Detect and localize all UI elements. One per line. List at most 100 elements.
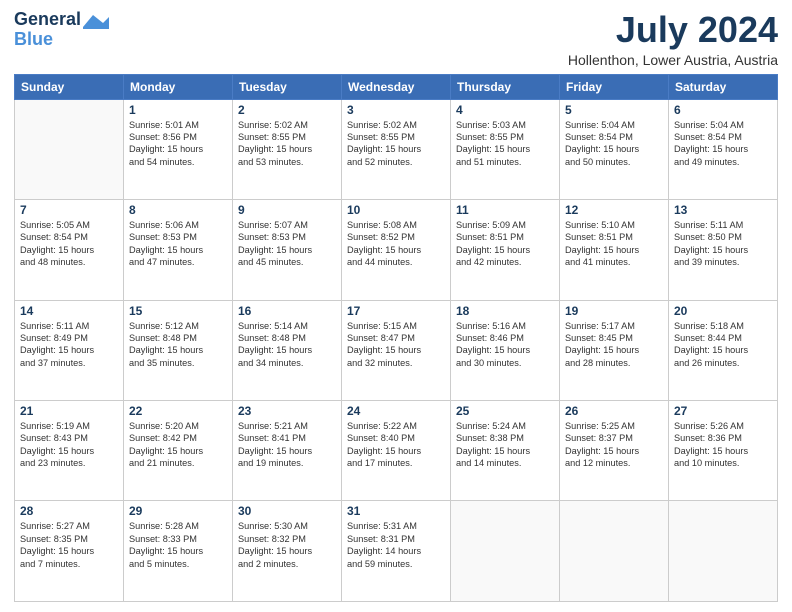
cell-content: Sunrise: 5:01 AMSunset: 8:56 PMDaylight:… [129, 119, 227, 169]
header: General Blue July 2024 Hollenthon, Lower… [14, 10, 778, 68]
day-number: 12 [565, 203, 663, 217]
cell-content: Sunrise: 5:08 AMSunset: 8:52 PMDaylight:… [347, 219, 445, 269]
table-row: 27 Sunrise: 5:26 AMSunset: 8:36 PMDayligh… [669, 401, 778, 501]
logo-general: General [14, 9, 81, 29]
cell-content: Sunrise: 5:16 AMSunset: 8:46 PMDaylight:… [456, 320, 554, 370]
day-number: 10 [347, 203, 445, 217]
table-row: 26 Sunrise: 5:25 AMSunset: 8:37 PMDayligh… [560, 401, 669, 501]
cell-content: Sunrise: 5:25 AMSunset: 8:37 PMDaylight:… [565, 420, 663, 470]
cell-content: Sunrise: 5:18 AMSunset: 8:44 PMDaylight:… [674, 320, 772, 370]
table-row [451, 501, 560, 602]
day-number: 31 [347, 504, 445, 518]
table-row: 10 Sunrise: 5:08 AMSunset: 8:52 PMDayligh… [342, 200, 451, 300]
table-row: 6 Sunrise: 5:04 AMSunset: 8:54 PMDaylight… [669, 99, 778, 199]
day-number: 27 [674, 404, 772, 418]
day-number: 2 [238, 103, 336, 117]
day-number: 28 [20, 504, 118, 518]
cell-content: Sunrise: 5:04 AMSunset: 8:54 PMDaylight:… [565, 119, 663, 169]
cell-content: Sunrise: 5:04 AMSunset: 8:54 PMDaylight:… [674, 119, 772, 169]
day-number: 8 [129, 203, 227, 217]
day-number: 23 [238, 404, 336, 418]
calendar-week-row: 21 Sunrise: 5:19 AMSunset: 8:43 PMDayligh… [15, 401, 778, 501]
cell-content: Sunrise: 5:10 AMSunset: 8:51 PMDaylight:… [565, 219, 663, 269]
cell-content: Sunrise: 5:12 AMSunset: 8:48 PMDaylight:… [129, 320, 227, 370]
day-number: 16 [238, 304, 336, 318]
table-row: 8 Sunrise: 5:06 AMSunset: 8:53 PMDaylight… [124, 200, 233, 300]
day-number: 26 [565, 404, 663, 418]
day-number: 7 [20, 203, 118, 217]
day-number: 18 [456, 304, 554, 318]
calendar-week-row: 1 Sunrise: 5:01 AMSunset: 8:56 PMDaylight… [15, 99, 778, 199]
cell-content: Sunrise: 5:05 AMSunset: 8:54 PMDaylight:… [20, 219, 118, 269]
logo: General Blue [14, 10, 109, 50]
title-area: July 2024 Hollenthon, Lower Austria, Aus… [568, 10, 778, 68]
day-number: 13 [674, 203, 772, 217]
cell-content: Sunrise: 5:11 AMSunset: 8:50 PMDaylight:… [674, 219, 772, 269]
table-row: 17 Sunrise: 5:15 AMSunset: 8:47 PMDayligh… [342, 300, 451, 400]
page: General Blue July 2024 Hollenthon, Lower… [0, 0, 792, 612]
day-number: 1 [129, 103, 227, 117]
day-number: 17 [347, 304, 445, 318]
cell-content: Sunrise: 5:27 AMSunset: 8:35 PMDaylight:… [20, 520, 118, 570]
table-row: 18 Sunrise: 5:16 AMSunset: 8:46 PMDayligh… [451, 300, 560, 400]
cell-content: Sunrise: 5:06 AMSunset: 8:53 PMDaylight:… [129, 219, 227, 269]
calendar-week-row: 28 Sunrise: 5:27 AMSunset: 8:35 PMDayligh… [15, 501, 778, 602]
calendar-header-row: Sunday Monday Tuesday Wednesday Thursday… [15, 74, 778, 99]
cell-content: Sunrise: 5:14 AMSunset: 8:48 PMDaylight:… [238, 320, 336, 370]
table-row: 14 Sunrise: 5:11 AMSunset: 8:49 PMDayligh… [15, 300, 124, 400]
table-row: 24Sunrise: 5:22 AMSunset: 8:40 PMDayligh… [342, 401, 451, 501]
table-row: 21 Sunrise: 5:19 AMSunset: 8:43 PMDayligh… [15, 401, 124, 501]
cell-content: Sunrise: 5:11 AMSunset: 8:49 PMDaylight:… [20, 320, 118, 370]
table-row: 28 Sunrise: 5:27 AMSunset: 8:35 PMDayligh… [15, 501, 124, 602]
day-number: 4 [456, 103, 554, 117]
col-saturday: Saturday [669, 74, 778, 99]
table-row: 4 Sunrise: 5:03 AMSunset: 8:55 PMDaylight… [451, 99, 560, 199]
day-number: 14 [20, 304, 118, 318]
day-number: 22 [129, 404, 227, 418]
calendar-week-row: 7 Sunrise: 5:05 AMSunset: 8:54 PMDaylight… [15, 200, 778, 300]
cell-content: Sunrise: 5:19 AMSunset: 8:43 PMDaylight:… [20, 420, 118, 470]
day-number: 15 [129, 304, 227, 318]
table-row: 31 Sunrise: 5:31 AMSunset: 8:31 PMDayligh… [342, 501, 451, 602]
location: Hollenthon, Lower Austria, Austria [568, 52, 778, 68]
cell-content: Sunrise: 5:03 AMSunset: 8:55 PMDaylight:… [456, 119, 554, 169]
calendar-table: Sunday Monday Tuesday Wednesday Thursday… [14, 74, 778, 602]
table-row [669, 501, 778, 602]
table-row [15, 99, 124, 199]
day-number: 19 [565, 304, 663, 318]
day-number: 11 [456, 203, 554, 217]
cell-content: Sunrise: 5:21 AMSunset: 8:41 PMDaylight:… [238, 420, 336, 470]
day-number: 9 [238, 203, 336, 217]
cell-content: Sunrise: 5:15 AMSunset: 8:47 PMDaylight:… [347, 320, 445, 370]
table-row [560, 501, 669, 602]
col-friday: Friday [560, 74, 669, 99]
day-number: 30 [238, 504, 336, 518]
table-row: 1 Sunrise: 5:01 AMSunset: 8:56 PMDaylight… [124, 99, 233, 199]
table-row: 9Sunrise: 5:07 AMSunset: 8:53 PMDaylight… [233, 200, 342, 300]
logo-icon [83, 13, 109, 29]
cell-content: Sunrise: 5:26 AMSunset: 8:36 PMDaylight:… [674, 420, 772, 470]
day-number: 25 [456, 404, 554, 418]
day-number: 5 [565, 103, 663, 117]
cell-content: Sunrise: 5:22 AMSunset: 8:40 PMDaylight:… [347, 420, 445, 470]
day-number: 6 [674, 103, 772, 117]
day-number: 21 [20, 404, 118, 418]
col-wednesday: Wednesday [342, 74, 451, 99]
day-number: 20 [674, 304, 772, 318]
cell-content: Sunrise: 5:24 AMSunset: 8:38 PMDaylight:… [456, 420, 554, 470]
table-row: 30Sunrise: 5:30 AMSunset: 8:32 PMDayligh… [233, 501, 342, 602]
table-row: 25 Sunrise: 5:24 AMSunset: 8:38 PMDayligh… [451, 401, 560, 501]
table-row: 11 Sunrise: 5:09 AMSunset: 8:51 PMDayligh… [451, 200, 560, 300]
table-row: 7 Sunrise: 5:05 AMSunset: 8:54 PMDaylight… [15, 200, 124, 300]
table-row: 3Sunrise: 5:02 AMSunset: 8:55 PMDaylight… [342, 99, 451, 199]
table-row: 12 Sunrise: 5:10 AMSunset: 8:51 PMDayligh… [560, 200, 669, 300]
cell-content: Sunrise: 5:31 AMSunset: 8:31 PMDaylight:… [347, 520, 445, 570]
cell-content: Sunrise: 5:09 AMSunset: 8:51 PMDaylight:… [456, 219, 554, 269]
table-row: 13 Sunrise: 5:11 AMSunset: 8:50 PMDayligh… [669, 200, 778, 300]
table-row: 5 Sunrise: 5:04 AMSunset: 8:54 PMDaylight… [560, 99, 669, 199]
col-thursday: Thursday [451, 74, 560, 99]
cell-content: Sunrise: 5:28 AMSunset: 8:33 PMDaylight:… [129, 520, 227, 570]
table-row: 16 Sunrise: 5:14 AMSunset: 8:48 PMDayligh… [233, 300, 342, 400]
cell-content: Sunrise: 5:02 AMSunset: 8:55 PMDaylight:… [238, 119, 336, 169]
table-row: 20 Sunrise: 5:18 AMSunset: 8:44 PMDayligh… [669, 300, 778, 400]
